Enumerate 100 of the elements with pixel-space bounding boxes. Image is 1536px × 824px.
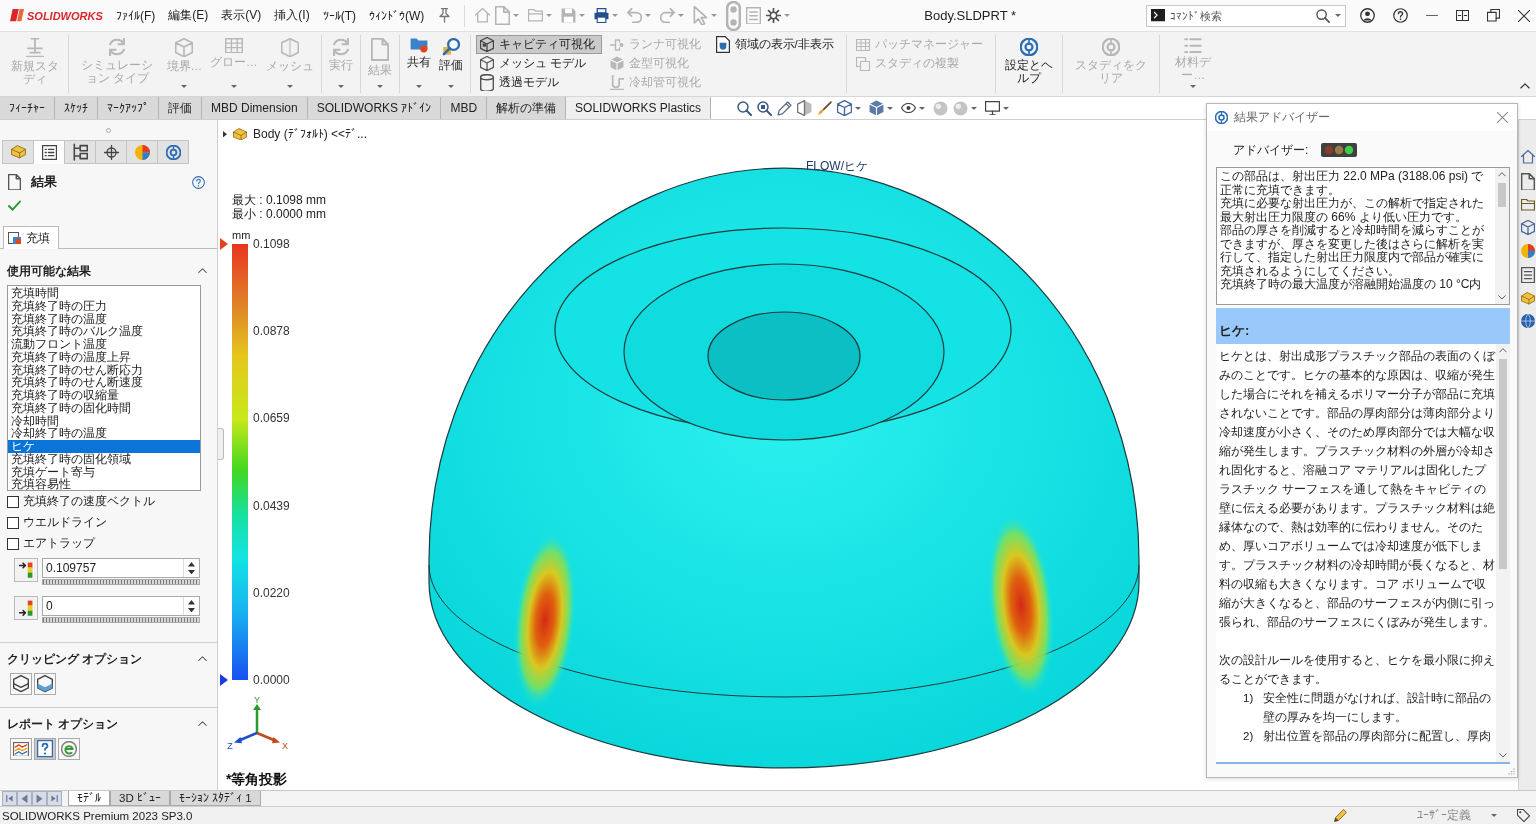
option-button[interactable] <box>10 738 32 760</box>
checkbox-label[interactable]: ウエルドライン <box>23 514 107 531</box>
scroll-down-icon[interactable] <box>1499 753 1507 758</box>
ribbon-tab[interactable]: SOLIDWORKS ｱﾄﾞｲﾝ <box>307 97 442 119</box>
ribbon-tab[interactable]: ｽｹｯﾁ <box>55 97 98 119</box>
result-item[interactable]: 流動フロント温度 <box>8 338 200 351</box>
ribbon-tab[interactable]: ﾌｨｰﾁｬｰ <box>0 97 55 119</box>
checkbox[interactable] <box>7 495 19 508</box>
option-button[interactable] <box>34 738 56 760</box>
menu-item[interactable]: 挿入(I) <box>268 4 316 27</box>
sheet-tab[interactable]: ﾓｰｼｮﾝ ｽﾀﾃﾞｨ 1 <box>169 791 261 806</box>
caret-icon[interactable] <box>919 106 926 110</box>
eye-icon[interactable] <box>901 103 917 113</box>
ribbon-tab[interactable]: 評価 <box>159 97 202 119</box>
tree-item[interactable]: Body (ﾃﾞﾌｫﾙﾄ) <<ﾃﾞ... <box>253 127 368 141</box>
cube-icon[interactable] <box>837 99 853 117</box>
panel-tab[interactable] <box>95 140 127 164</box>
splitter-handle[interactable] <box>218 428 224 460</box>
folder-icon[interactable] <box>1520 199 1535 211</box>
section-header[interactable]: レポート オプション <box>0 714 217 734</box>
result-item[interactable]: 充填終了時の温度上昇 <box>8 350 200 364</box>
thumbwheel[interactable] <box>42 579 200 585</box>
document-icon[interactable] <box>1520 172 1535 191</box>
pencil-icon[interactable] <box>1334 809 1347 822</box>
result-item[interactable]: 充填終了時のバルク温度 <box>8 325 200 338</box>
sheet-icon[interactable] <box>1520 266 1535 284</box>
caret-icon[interactable] <box>645 14 652 17</box>
caret-icon[interactable] <box>1003 106 1010 110</box>
result-item[interactable]: 充填時間 <box>8 287 200 300</box>
result-item[interactable]: 充填終了時の圧力 <box>8 299 200 313</box>
expand-arrow-icon[interactable] <box>223 130 227 138</box>
spin-down-icon[interactable] <box>188 569 195 574</box>
thumbwheel[interactable] <box>42 617 200 623</box>
ribbon-tab[interactable]: SOLIDWORKS Plastics <box>566 97 712 119</box>
spin-up-icon[interactable] <box>188 562 195 567</box>
minimize-icon[interactable] <box>1426 14 1438 17</box>
resize-grip-icon[interactable] <box>1508 768 1515 775</box>
caret-icon[interactable] <box>447 85 454 88</box>
color-wheel-icon[interactable] <box>1520 243 1535 258</box>
checkbox[interactable] <box>7 516 19 529</box>
pin-icon[interactable] <box>439 8 451 23</box>
caret-icon[interactable] <box>678 14 685 17</box>
result-item[interactable]: 充填終了時の固化領域 <box>8 452 200 466</box>
max-marker-icon[interactable] <box>220 238 228 250</box>
ribbon-button[interactable]: 評価 <box>434 35 467 92</box>
ribbon-tab[interactable]: 解析の準備 <box>487 97 567 119</box>
caret-icon[interactable] <box>546 14 553 17</box>
scrollbar[interactable] <box>1496 344 1510 762</box>
caret-icon[interactable] <box>513 14 520 17</box>
panel-tab[interactable] <box>33 140 65 164</box>
ribbon-tab[interactable]: ﾏｰｸｱｯﾌﾟ <box>98 97 159 119</box>
home-icon[interactable] <box>1520 150 1535 164</box>
caret-icon[interactable] <box>579 14 586 17</box>
nav-button[interactable] <box>32 791 47 806</box>
panel-tab[interactable] <box>157 140 189 164</box>
restore-icon[interactable] <box>1487 9 1500 22</box>
spin-up-icon[interactable] <box>188 600 195 605</box>
ribbon-button[interactable]: メッシュ モデル <box>475 54 602 73</box>
scrollbar-thumb[interactable] <box>1498 182 1506 207</box>
ribbon-button[interactable]: 共有 <box>402 35 435 92</box>
caret-icon[interactable] <box>415 85 422 88</box>
ribbon-button[interactable]: 設定とヘルプ <box>998 35 1059 92</box>
number-spin-field[interactable]: 0.109757 <box>42 558 200 578</box>
result-item[interactable]: ヒケ <box>8 440 200 453</box>
result-item[interactable]: 充填終了時の固化時間 <box>8 401 200 415</box>
collapse-ribbon-icon[interactable] <box>1520 83 1530 89</box>
ok-check-icon[interactable] <box>8 200 21 212</box>
caret-icon[interactable] <box>1491 814 1497 817</box>
magnifier-box-icon[interactable] <box>757 100 773 116</box>
ribbon-tab[interactable]: MBD Dimension <box>202 97 308 119</box>
option-button[interactable] <box>34 673 56 695</box>
caret-icon[interactable] <box>971 106 978 110</box>
caret-icon[interactable] <box>855 106 862 110</box>
tag-icon[interactable] <box>1517 809 1530 822</box>
nav-button[interactable] <box>47 791 62 806</box>
tile-windows-icon[interactable] <box>1456 9 1469 22</box>
panel-tab[interactable] <box>64 140 96 164</box>
marker-button[interactable] <box>14 596 38 620</box>
half-cube-icon[interactable] <box>797 99 813 117</box>
caret-icon[interactable] <box>887 106 894 110</box>
command-search-field[interactable]: ｺﾏﾝﾄﾞ検索 <box>1170 6 1311 25</box>
min-marker-icon[interactable] <box>220 674 228 686</box>
menu-item[interactable]: ﾌｧｲﾙ(F) <box>110 5 162 26</box>
sheet-tab[interactable]: ﾓﾃﾞﾙ <box>68 791 110 806</box>
monitor-icon[interactable] <box>985 100 1001 116</box>
result-item[interactable]: 充填容易性 <box>8 478 200 490</box>
scrollbar[interactable] <box>1495 168 1509 304</box>
number-spin-field[interactable]: 0 <box>42 596 200 616</box>
result-item[interactable]: 充填終了時の収縮量 <box>8 389 200 402</box>
result-item[interactable]: 充填終了時のせん断応力 <box>8 363 200 377</box>
ribbon-button[interactable]: 領域の表示/非表示 <box>711 35 841 54</box>
checkbox-label[interactable]: 充填終了の速度ベクトル <box>23 493 155 510</box>
scroll-down-icon[interactable] <box>1498 295 1506 300</box>
sheet-tab[interactable]: 3D ﾋﾞｭｰ <box>110 791 170 806</box>
menu-item[interactable]: 編集(E) <box>162 4 215 27</box>
section-header[interactable]: クリッピング オプション <box>0 649 217 669</box>
printer-icon[interactable] <box>594 8 610 23</box>
result-item[interactable]: 冷却時間 <box>8 414 200 428</box>
checkbox-label[interactable]: エアトラップ <box>23 535 95 552</box>
brush-icon[interactable] <box>817 100 833 116</box>
